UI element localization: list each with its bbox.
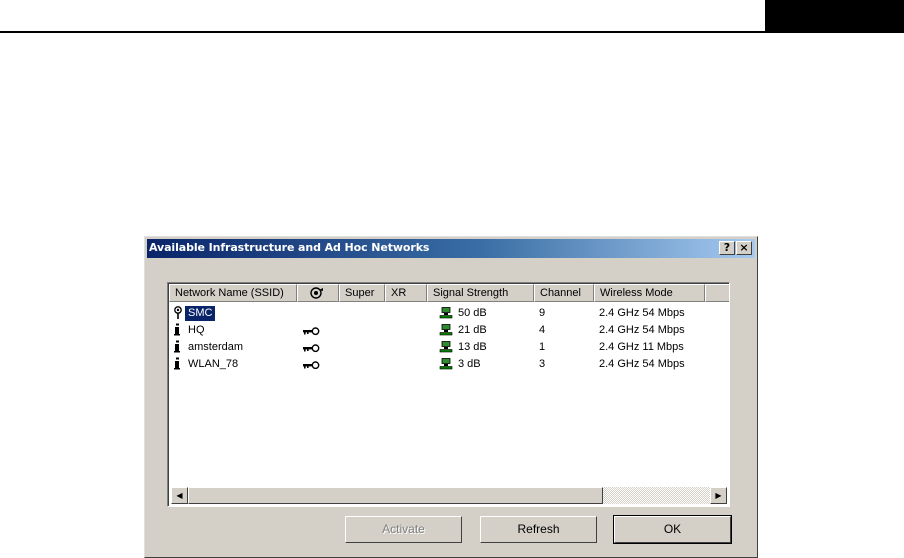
key-icon	[303, 344, 320, 353]
network-row[interactable]: WLAN_78 3 dB 3 2.4 GHz 54 Mbps	[169, 356, 729, 375]
column-header-signal[interactable]: Signal Strength	[427, 284, 534, 302]
column-header-ssid[interactable]: Network Name (SSID)	[169, 284, 297, 302]
column-header-xr[interactable]: XR	[385, 284, 427, 302]
mode-cell: 2.4 GHz 54 Mbps	[599, 307, 685, 319]
signal-strength-icon	[439, 324, 453, 336]
network-list[interactable]: Network Name (SSID) Super XR Signal Stre…	[167, 282, 730, 507]
network-row[interactable]: SMC 50 dB 9 2.4 GHz 54 Mbps	[169, 305, 729, 321]
scroll-left-button[interactable]: ◀	[171, 487, 188, 504]
mode-cell: 2.4 GHz 11 Mbps	[599, 341, 684, 353]
key-shield-icon	[310, 287, 323, 299]
column-header-channel[interactable]: Channel	[534, 284, 594, 302]
ssid-cell: SMC	[173, 305, 216, 321]
help-button[interactable]: ?	[719, 241, 735, 255]
network-row[interactable]: HQ 21 dB 4 2.4 GHz 54 Mbps	[169, 322, 729, 338]
signal-cell: 21 dB	[439, 322, 487, 338]
channel-cell: 3	[539, 358, 546, 370]
refresh-button[interactable]: Refresh	[480, 516, 597, 543]
ssid-cell: amsterdam	[173, 339, 246, 355]
mode-cell: 2.4 GHz 54 Mbps	[599, 324, 685, 336]
dialog-title: Available Infrastructure and Ad Hoc Netw…	[149, 241, 430, 254]
activate-button[interactable]: Activate	[345, 516, 462, 543]
ssid-label: WLAN_78	[188, 358, 239, 370]
signal-cell: 13 dB	[439, 339, 487, 355]
list-header: Network Name (SSID) Super XR Signal Stre…	[169, 284, 729, 302]
adhoc-station-icon	[174, 357, 180, 370]
scroll-thumb[interactable]	[188, 487, 603, 504]
horizontal-scrollbar[interactable]: ◀ ▶	[169, 487, 729, 505]
scroll-right-button[interactable]: ▶	[710, 487, 727, 504]
column-header-mode[interactable]: Wireless Mode	[594, 284, 705, 302]
page-header-block	[765, 0, 904, 33]
network-row[interactable]: amsterdam 13 dB 1 2.4 GHz 11 Mbps	[169, 339, 729, 355]
column-header-super[interactable]: Super	[339, 284, 385, 302]
channel-cell: 9	[539, 307, 546, 319]
column-header-filler	[705, 284, 729, 302]
ssid-cell: HQ	[173, 322, 208, 338]
ssid-label: HQ	[188, 324, 205, 336]
channel-cell: 1	[539, 341, 546, 353]
adhoc-station-icon	[174, 340, 180, 353]
signal-value: 50 dB	[458, 307, 487, 319]
ssid-label: amsterdam	[188, 341, 244, 353]
ssid-cell: WLAN_78	[173, 356, 241, 372]
key-icon	[303, 327, 320, 336]
signal-strength-icon	[439, 307, 453, 319]
access-point-icon	[174, 306, 182, 319]
security-cell	[302, 359, 320, 375]
close-button[interactable]: ×	[736, 241, 752, 255]
signal-value: 13 dB	[458, 341, 487, 353]
column-header-security[interactable]	[297, 284, 339, 302]
ok-button[interactable]: OK	[613, 515, 732, 544]
signal-cell: 50 dB	[439, 305, 487, 321]
signal-value: 21 dB	[458, 324, 487, 336]
available-networks-dialog: Available Infrastructure and Ad Hoc Netw…	[144, 236, 758, 558]
signal-cell: 3 dB	[439, 356, 481, 372]
signal-strength-icon	[439, 341, 453, 353]
adhoc-station-icon	[174, 323, 180, 336]
title-bar[interactable]: Available Infrastructure and Ad Hoc Netw…	[147, 239, 755, 258]
page-header-rule	[0, 31, 765, 33]
signal-strength-icon	[439, 358, 453, 370]
signal-value: 3 dB	[458, 358, 481, 370]
channel-cell: 4	[539, 324, 546, 336]
mode-cell: 2.4 GHz 54 Mbps	[599, 358, 685, 370]
key-icon	[303, 361, 320, 370]
ssid-label: SMC	[185, 306, 216, 321]
